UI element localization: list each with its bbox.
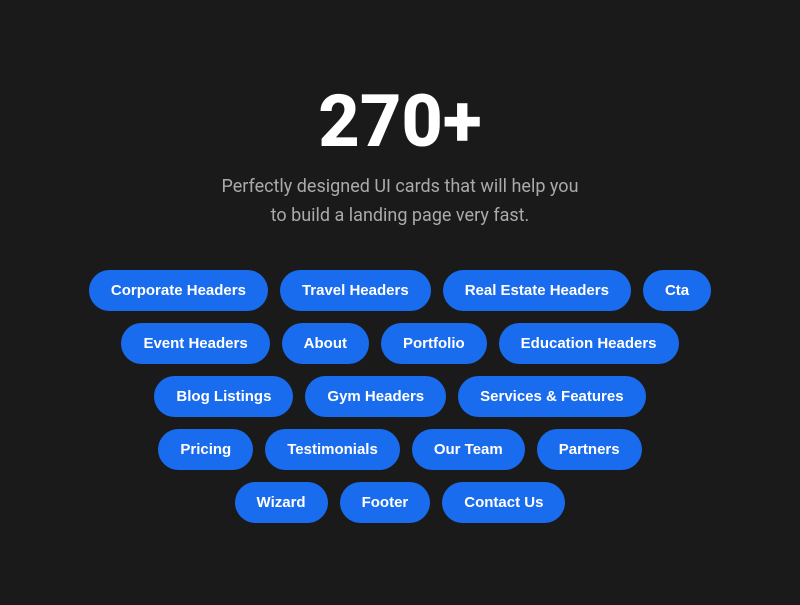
tag-blog-listings[interactable]: Blog Listings — [154, 376, 293, 417]
tags-container: Corporate Headers Travel Headers Real Esta… — [20, 270, 780, 523]
tag-wizard[interactable]: Wizard — [235, 482, 328, 523]
tag-row-row2: Event Headers About Portfolio Education Hea… — [121, 323, 678, 364]
tag-contact-us[interactable]: Contact Us — [442, 482, 565, 523]
tag-pricing[interactable]: Pricing — [158, 429, 253, 470]
tag-testimonials[interactable]: Testimonials — [265, 429, 400, 470]
subtitle-line2: to build a landing page very fast. — [271, 205, 530, 226]
tag-row-row5: Wizard Footer Contact Us — [235, 482, 566, 523]
tag-cta[interactable]: Cta — [643, 270, 711, 311]
tag-footer[interactable]: Footer — [340, 482, 431, 523]
tag-services-features[interactable]: Services & Features — [458, 376, 645, 417]
tag-real-estate-headers[interactable]: Real Estate Headers — [443, 270, 631, 311]
tag-row-row1: Corporate Headers Travel Headers Real Esta… — [89, 270, 711, 311]
tag-corporate-headers[interactable]: Corporate Headers — [89, 270, 268, 311]
tag-travel-headers[interactable]: Travel Headers — [280, 270, 431, 311]
tag-about[interactable]: About — [282, 323, 369, 364]
tag-gym-headers[interactable]: Gym Headers — [305, 376, 446, 417]
tag-row-row3: Blog Listings Gym Headers Services & Featu… — [154, 376, 645, 417]
tag-our-team[interactable]: Our Team — [412, 429, 525, 470]
tag-row-row4: Pricing Testimonials Our Team Partners — [158, 429, 641, 470]
subtitle-line1: Perfectly designed UI cards that will he… — [222, 176, 579, 197]
main-container: 270+ Perfectly designed UI cards that wi… — [0, 42, 800, 564]
tag-partners[interactable]: Partners — [537, 429, 642, 470]
tag-event-headers[interactable]: Event Headers — [121, 323, 269, 364]
tag-portfolio[interactable]: Portfolio — [381, 323, 487, 364]
counter-display: 270+ — [318, 82, 481, 161]
tag-education-headers[interactable]: Education Headers — [499, 323, 679, 364]
subtitle: Perfectly designed UI cards that will he… — [222, 173, 579, 231]
